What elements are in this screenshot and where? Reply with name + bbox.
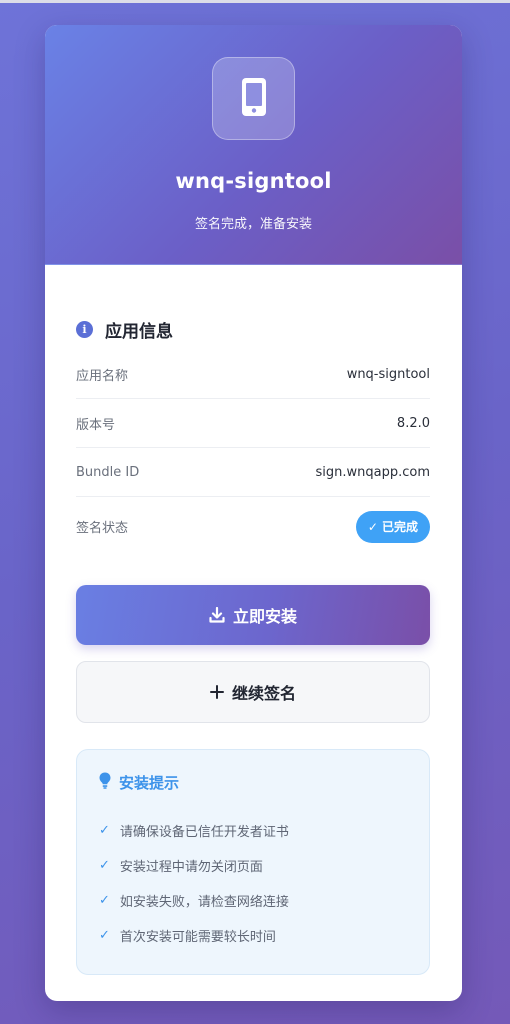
tip-item: ✓ 如安装失败，请检查网络连接 [99,883,407,918]
app-title: wnq-signtool [175,169,332,193]
app-header: wnq-signtool 签名完成，准备安装 [45,25,462,265]
install-button-label: 立即安装 [232,607,297,626]
info-value: sign.wnqapp.com [315,464,431,480]
top-border [0,0,510,3]
status-badge: ✓ 已完成 [355,510,430,543]
tip-text: 首次安装可能需要较长时间 [119,930,276,945]
info-row-app-name: 应用名称 wnq-signtool [76,350,430,399]
section-title: 应用信息 [105,321,173,342]
info-value: wnq-signtool [346,366,430,382]
tip-text: 如安装失败，请检查网络连接 [119,895,289,910]
smartphone-icon [241,77,266,120]
info-value: 8.2.0 [396,415,430,431]
check-icon: ✓ [367,519,378,534]
continue-sign-button[interactable]: 继续签名 [76,661,430,723]
tips-header: 安装提示 [99,772,407,793]
info-row-bundle-id: Bundle ID sign.wnqapp.com [76,448,430,497]
app-icon-container [212,57,295,140]
install-button[interactable]: 立即安装 [76,585,430,645]
lightbulb-icon [99,772,111,793]
app-subtitle: 签名完成，准备安装 [194,217,312,232]
install-card: wnq-signtool 签名完成，准备安装 i 应用信息 应用名称 wnq-s… [45,25,462,1001]
info-icon: i [76,320,93,338]
continue-sign-button-label: 继续签名 [231,684,296,703]
tip-item: ✓ 请确保设备已信任开发者证书 [99,813,407,848]
check-icon: ✓ [99,893,110,908]
tip-item: ✓ 安装过程中请勿关闭页面 [99,848,407,883]
status-badge-label: 已完成 [381,520,418,534]
plus-icon [209,685,224,699]
download-icon [209,607,225,623]
tip-text: 请确保设备已信任开发者证书 [119,825,289,840]
info-row-version: 版本号 8.2.0 [76,399,430,448]
tip-item: ✓ 首次安装可能需要较长时间 [99,918,407,953]
install-tips-panel: 安装提示 ✓ 请确保设备已信任开发者证书 ✓ 安装过程中请勿关闭页面 ✓ 如安装… [76,749,430,975]
check-icon: ✓ [99,858,110,873]
tips-title: 安装提示 [119,774,180,792]
info-label: 应用名称 [76,368,129,384]
check-icon: ✓ [99,823,110,838]
info-label: 版本号 [76,417,116,433]
info-label: Bundle ID [76,464,140,480]
app-info-header: i 应用信息 [76,308,430,350]
check-icon: ✓ [99,928,110,943]
tip-text: 安装过程中请勿关闭页面 [119,860,263,875]
main-content: i 应用信息 应用名称 wnq-signtool 版本号 8.2.0 Bundl… [76,290,430,975]
info-label: 签名状态 [76,521,129,536]
info-row-sign-status: 签名状态 ✓ 已完成 [76,497,430,556]
